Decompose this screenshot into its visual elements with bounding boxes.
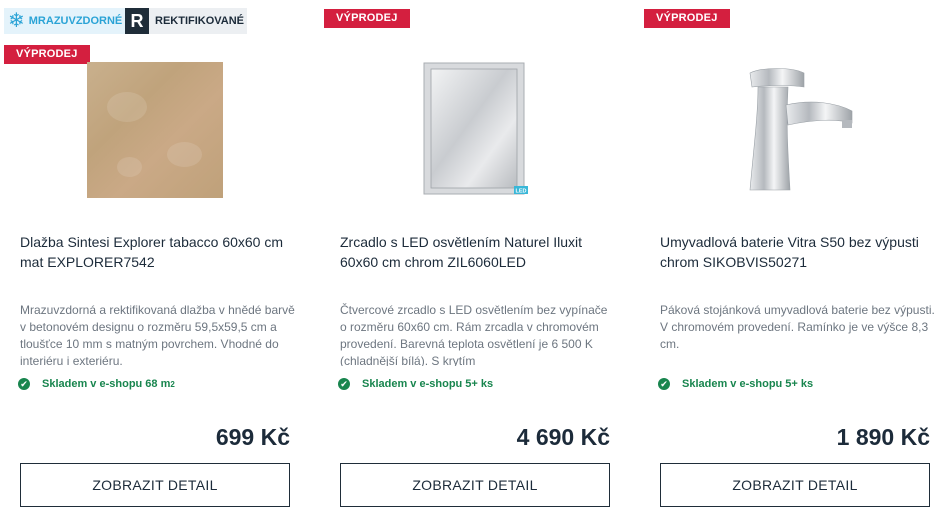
product-price: 1 890 Kč	[836, 424, 930, 450]
product-description: Páková stojánková umyvadlová baterie bez…	[660, 303, 935, 351]
product-card-tile[interactable]: ❄ MRAZUVZDORNÉ R REKTIFIKOVANÉ VÝPRODEJ …	[4, 0, 304, 511]
product-image[interactable]	[742, 65, 862, 197]
rectified-r-icon: R	[125, 8, 149, 34]
show-detail-button[interactable]: ZOBRAZIT DETAIL	[340, 463, 610, 507]
stock-text: Skladem v e-shopu 5+ ks	[682, 378, 814, 390]
check-icon: ✔	[658, 378, 670, 390]
rectified-tag: R REKTIFIKOVANÉ	[125, 8, 247, 34]
rectified-tag-label: REKTIFIKOVANÉ	[155, 15, 245, 27]
stock-status: ✔ Skladem v e-shopu 5+ ks	[658, 378, 813, 390]
product-description: Mrazuvzdorná a rektifikovaná dlažba v hn…	[20, 303, 295, 366]
product-card-faucet[interactable]: VÝPRODEJ Umyvadlová baterie Vitra S50 be…	[644, 0, 935, 511]
product-image[interactable]	[87, 62, 223, 198]
frost-resistant-tag: ❄ MRAZUVZDORNÉ	[4, 8, 125, 34]
product-title[interactable]: Umyvadlová baterie Vitra S50 bez výpusti…	[660, 232, 935, 272]
check-icon: ✔	[338, 378, 350, 390]
stock-status: ✔ Skladem v e-shopu 68 m2	[18, 378, 175, 390]
product-price: 4 690 Kč	[516, 424, 610, 450]
product-title[interactable]: Zrcadlo s LED osvětlením Naturel Iluxit …	[340, 232, 615, 272]
show-detail-button[interactable]: ZOBRAZIT DETAIL	[660, 463, 930, 507]
product-image[interactable]: LED	[422, 62, 532, 197]
sale-badge: VÝPRODEJ	[644, 9, 730, 28]
sale-badge: VÝPRODEJ	[4, 45, 90, 64]
product-price: 699 Kč	[215, 424, 290, 450]
stock-status: ✔ Skladem v e-shopu 5+ ks	[338, 378, 493, 390]
stock-unit-sup: 2	[170, 379, 175, 389]
frost-tag-label: MRAZUVZDORNÉ	[28, 15, 123, 27]
product-card-mirror[interactable]: VÝPRODEJ LED Zrcadlo s LED osvětlením Na…	[324, 0, 624, 511]
check-icon: ✔	[18, 378, 30, 390]
led-label: LED	[516, 189, 527, 195]
stock-text: Skladem v e-shopu 68 m	[42, 378, 171, 390]
stock-text: Skladem v e-shopu 5+ ks	[362, 378, 494, 390]
product-description: Čtvercové zrcadlo s LED osvětlením bez v…	[340, 303, 608, 366]
snowflake-icon: ❄	[8, 10, 25, 32]
product-title[interactable]: Dlažba Sintesi Explorer tabacco 60x60 cm…	[20, 232, 295, 272]
sale-badge: VÝPRODEJ	[324, 9, 410, 28]
show-detail-button[interactable]: ZOBRAZIT DETAIL	[20, 463, 290, 507]
